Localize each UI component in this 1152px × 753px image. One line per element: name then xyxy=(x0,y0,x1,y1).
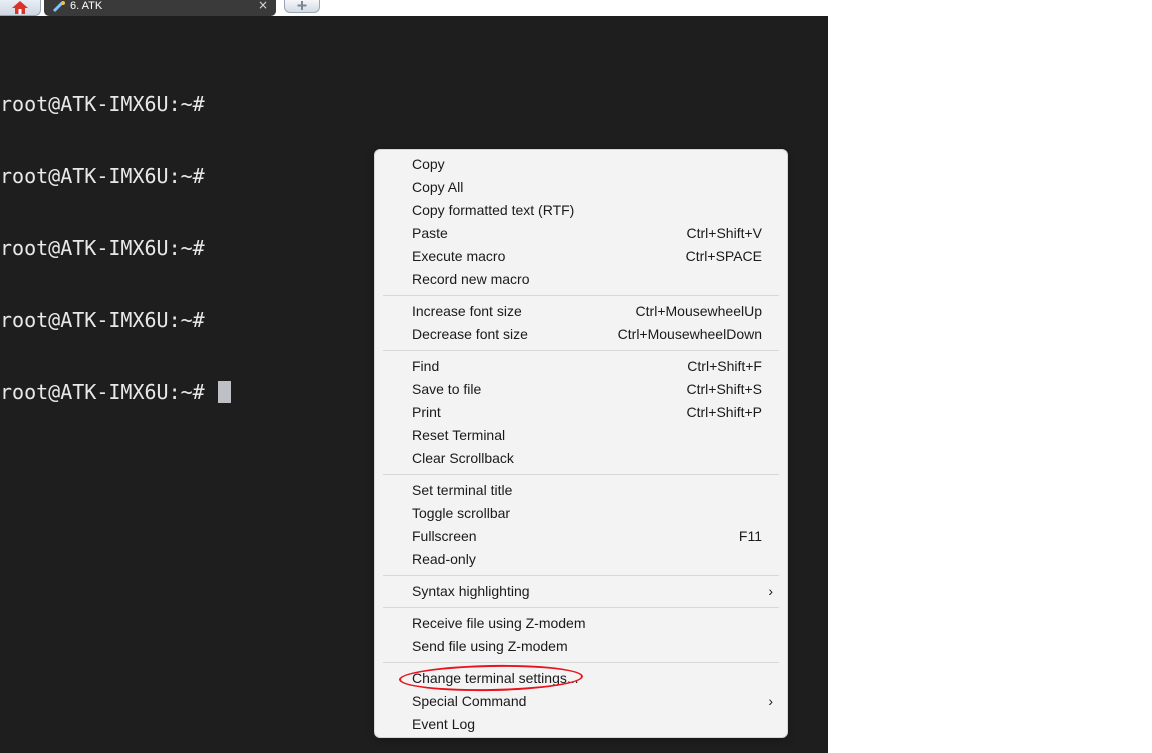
chevron-right-icon: › xyxy=(768,693,773,709)
menu-item-label: Change terminal settings... xyxy=(412,670,579,686)
menu-item-shortcut: Ctrl+Shift+P xyxy=(686,404,762,420)
menu-item-label: Event Log xyxy=(412,716,476,732)
menu-item-label: Find xyxy=(412,358,440,374)
menu-item-label: Syntax highlighting xyxy=(412,583,530,599)
menu-item-label: Copy All xyxy=(412,179,464,195)
menu-item-label: Print xyxy=(412,404,441,420)
menu-separator xyxy=(383,474,779,475)
menu-item-label: Toggle scrollbar xyxy=(412,505,511,521)
new-tab-button[interactable] xyxy=(284,0,320,13)
menu-item-label: Copy xyxy=(412,156,445,172)
menu-item-shortcut: Ctrl+Shift+V xyxy=(686,225,762,241)
menu-item-copy[interactable]: Copy xyxy=(375,153,787,176)
menu-item-label: Record new macro xyxy=(412,271,530,287)
terminal-cursor xyxy=(217,381,231,403)
menu-item-event-log[interactable]: Event Log xyxy=(375,713,787,736)
terminal-line: root@ATK-IMX6U:~# xyxy=(0,236,205,260)
menu-item-record-new-macro[interactable]: Record new macro xyxy=(375,268,787,291)
menu-item-print[interactable]: Print Ctrl+Shift+P xyxy=(375,401,787,424)
session-tab[interactable]: 6. ATK × xyxy=(44,0,276,16)
chevron-right-icon: › xyxy=(768,583,773,599)
session-icon xyxy=(52,1,65,13)
terminal-line: root@ATK-IMX6U:~# xyxy=(0,380,217,404)
menu-item-label: Fullscreen xyxy=(412,528,477,544)
menu-item-label: Execute macro xyxy=(412,248,506,264)
menu-item-clear-scrollback[interactable]: Clear Scrollback xyxy=(375,447,787,470)
terminal-output: root@ATK-IMX6U:~# root@ATK-IMX6U:~# root… xyxy=(0,44,231,452)
menu-item-label: Receive file using Z-modem xyxy=(412,615,586,631)
menu-item-decrease-font-size[interactable]: Decrease font size Ctrl+MousewheelDown xyxy=(375,323,787,346)
terminal-prompt-line: root@ATK-IMX6U:~# xyxy=(0,380,231,404)
menu-item-set-terminal-title[interactable]: Set terminal title xyxy=(375,479,787,502)
menu-item-shortcut: F11 xyxy=(738,528,762,544)
menu-item-increase-font-size[interactable]: Increase font size Ctrl+MousewheelUp xyxy=(375,300,787,323)
menu-item-shortcut: Ctrl+Shift+F xyxy=(687,358,762,374)
home-icon xyxy=(12,1,28,14)
menu-item-copy-all[interactable]: Copy All xyxy=(375,176,787,199)
menu-item-receive-file-using-z-modem[interactable]: Receive file using Z-modem xyxy=(375,612,787,635)
session-tab-label: 6. ATK xyxy=(70,0,103,12)
menu-item-shortcut: Ctrl+MousewheelUp xyxy=(635,303,762,319)
menu-separator xyxy=(383,350,779,351)
menu-item-execute-macro[interactable]: Execute macro Ctrl+SPACE xyxy=(375,245,787,268)
menu-item-send-file-using-z-modem[interactable]: Send file using Z-modem xyxy=(375,635,787,658)
menu-separator xyxy=(383,295,779,296)
terminal-line: root@ATK-IMX6U:~# xyxy=(0,308,205,332)
terminal-line: root@ATK-IMX6U:~# xyxy=(0,92,205,116)
menu-separator xyxy=(383,575,779,576)
menu-item-special-command[interactable]: Special Command › xyxy=(375,690,787,713)
close-icon[interactable]: × xyxy=(258,0,268,12)
home-tab[interactable] xyxy=(0,0,41,16)
menu-item-label: Paste xyxy=(412,225,448,241)
menu-item-copy-formatted-text-rtf[interactable]: Copy formatted text (RTF) xyxy=(375,199,787,222)
menu-item-toggle-scrollbar[interactable]: Toggle scrollbar xyxy=(375,502,787,525)
menu-item-paste[interactable]: Paste Ctrl+Shift+V xyxy=(375,222,787,245)
plus-icon xyxy=(297,1,307,10)
menu-item-find[interactable]: Find Ctrl+Shift+F xyxy=(375,355,787,378)
menu-item-change-terminal-settings[interactable]: Change terminal settings... xyxy=(375,667,787,690)
menu-item-label: Copy formatted text (RTF) xyxy=(412,202,575,218)
menu-item-label: Read-only xyxy=(412,551,476,567)
menu-item-fullscreen[interactable]: Fullscreen F11 xyxy=(375,525,787,548)
menu-item-reset-terminal[interactable]: Reset Terminal xyxy=(375,424,787,447)
menu-item-shortcut: Ctrl+Shift+S xyxy=(686,381,762,397)
menu-separator xyxy=(383,607,779,608)
context-menu: Copy Copy All Copy formatted text (RTF) Pas… xyxy=(374,149,788,738)
terminal-line: root@ATK-IMX6U:~# xyxy=(0,164,205,188)
menu-item-label: Clear Scrollback xyxy=(412,450,514,466)
menu-item-read-only[interactable]: Read-only xyxy=(375,548,787,571)
menu-item-label: Save to file xyxy=(412,381,482,397)
menu-item-label: Decrease font size xyxy=(412,326,528,342)
tab-bar: 6. ATK × xyxy=(0,0,828,16)
menu-item-shortcut: Ctrl+SPACE xyxy=(685,248,762,264)
menu-item-syntax-highlighting[interactable]: Syntax highlighting › xyxy=(375,580,787,603)
menu-item-label: Special Command xyxy=(412,693,527,709)
menu-item-label: Increase font size xyxy=(412,303,522,319)
menu-item-label: Send file using Z-modem xyxy=(412,638,568,654)
menu-separator xyxy=(383,662,779,663)
menu-item-label: Reset Terminal xyxy=(412,427,506,443)
menu-item-label: Set terminal title xyxy=(412,482,513,498)
menu-item-save-to-file[interactable]: Save to file Ctrl+Shift+S xyxy=(375,378,787,401)
menu-item-shortcut: Ctrl+MousewheelDown xyxy=(617,326,762,342)
